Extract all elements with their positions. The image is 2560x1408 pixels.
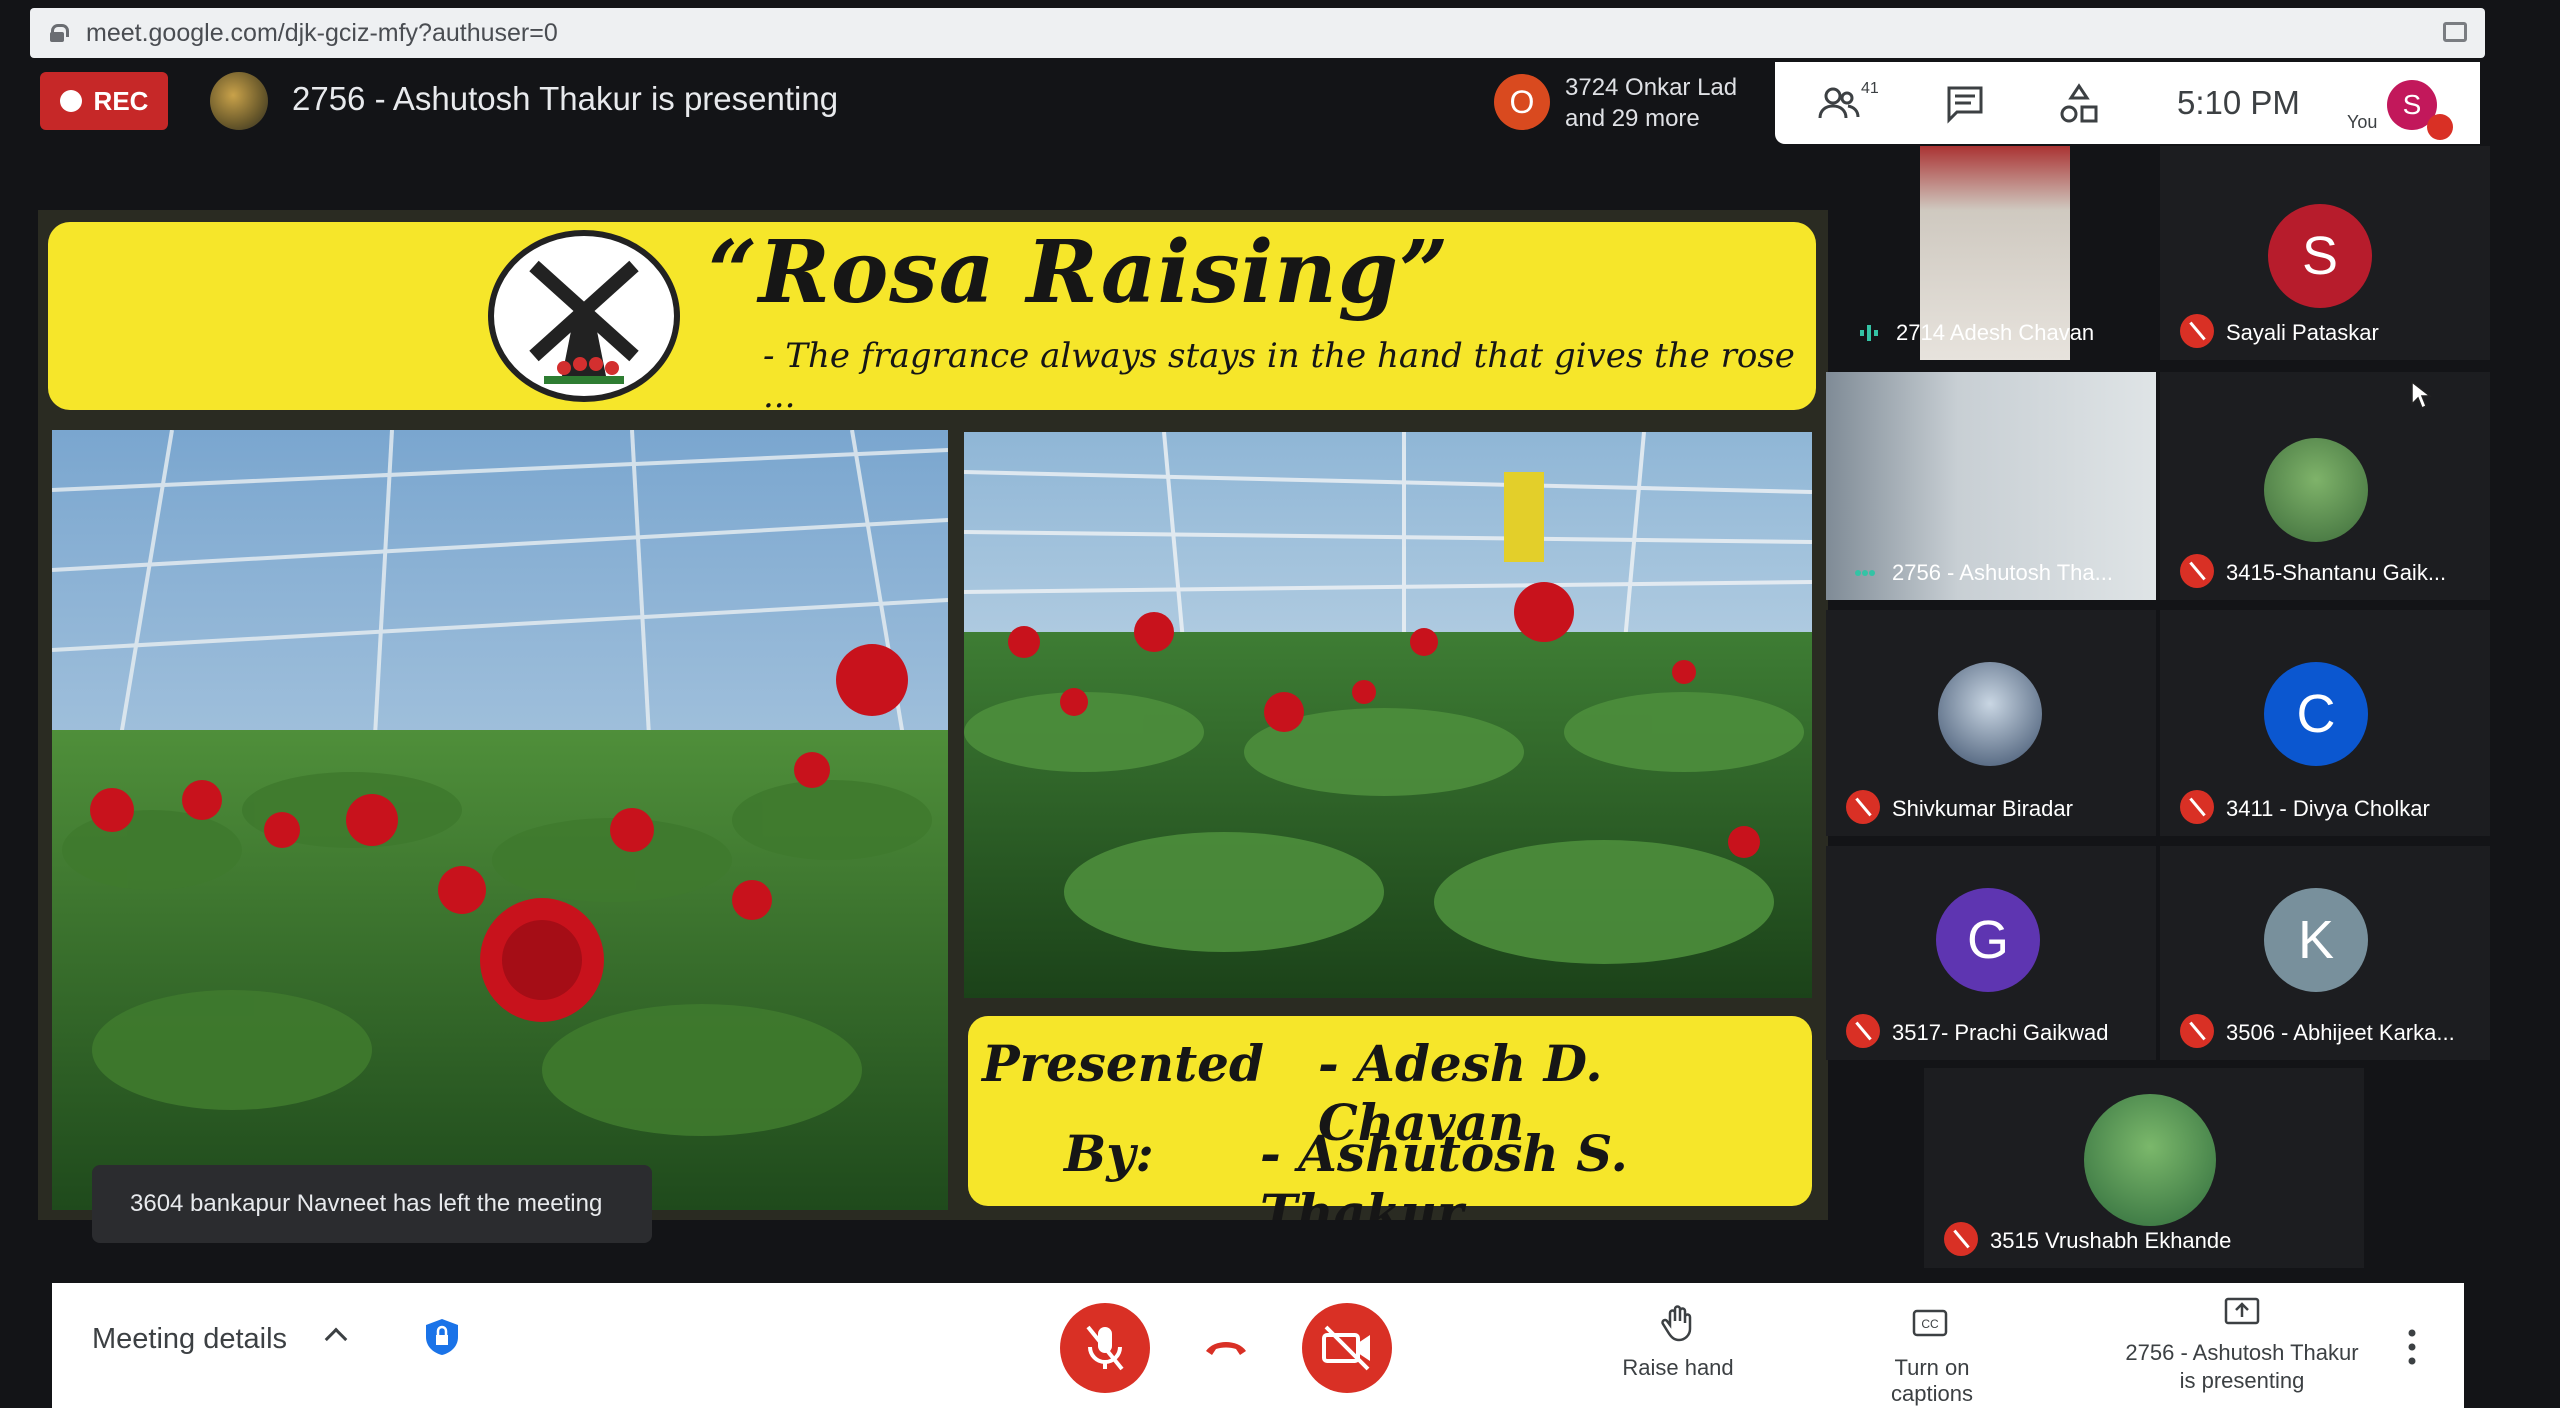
meet-screen: meet.google.com/djk-gciz-mfy?authuser=0 … (0, 0, 2560, 1408)
participant-avatar: G (1936, 888, 2040, 992)
mic-off-icon (1846, 1014, 1880, 1048)
meeting-details-button[interactable]: Meeting details (92, 1323, 287, 1356)
mouse-cursor-icon (2411, 380, 2432, 410)
mic-off-icon (1846, 790, 1880, 824)
rose-greenhouse-photo-1 (52, 430, 948, 1210)
participant-tile-abhijeet[interactable]: K 3506 - Abhijeet Karka... (2160, 846, 2490, 1060)
clock-time: 5:10 PM (2177, 84, 2300, 121)
joined-name: 3724 Onkar Lad (1565, 74, 1738, 101)
participant-avatar: S (2268, 204, 2372, 308)
present-screen-icon[interactable] (2222, 1293, 2262, 1333)
windmill-logo (488, 230, 680, 402)
url-text[interactable]: meet.google.com/djk-gciz-mfy?authuser=0 (86, 19, 558, 48)
participant-tile-divya[interactable]: C 3411 - Divya Cholkar (2160, 610, 2490, 836)
speaking-indicator-icon (1860, 325, 1878, 341)
more-options-icon[interactable] (2408, 1329, 2416, 1365)
captions-label[interactable]: Turn on captions (1852, 1355, 2012, 1407)
participant-tile-shantanu[interactable]: 3415-Shantanu Gaik... (2160, 372, 2490, 600)
presenting-status[interactable]: 2756 - Ashutosh Thakur is presenting (2110, 1339, 2374, 1395)
meeting-toolbar: 41 5:10 PM You S (1775, 62, 2480, 144)
mic-off-icon (2180, 1014, 2214, 1048)
participant-name: 3515 Vrushabh Ekhande (1990, 1228, 2232, 1253)
presenting-status-line1: 2756 - Ashutosh Thakur (2125, 1340, 2359, 1365)
mic-toggle-button[interactable] (1060, 1303, 1150, 1393)
participant-tile-sayali[interactable]: S Sayali Pataskar (2160, 146, 2490, 360)
joined-more: and 29 more (1565, 105, 1700, 132)
participant-tile-ashutosh[interactable]: 2756 - Ashutosh Tha... (1826, 372, 2156, 600)
participant-tile-prachi[interactable]: G 3517- Prachi Gaikwad (1826, 846, 2156, 1060)
rec-label: REC (93, 85, 149, 116)
chevron-up-icon[interactable] (324, 1327, 348, 1351)
by-label: By: (1064, 1124, 1154, 1183)
people-icon[interactable] (1817, 82, 1861, 126)
host-controls-shield-icon[interactable] (424, 1317, 460, 1357)
joined-avatar: O (1494, 74, 1550, 130)
participant-name: Shivkumar Biradar (1892, 796, 2073, 821)
slide-banner: “Rosa Raising” - The fragrance always st… (48, 222, 1816, 416)
camera-off-icon (1322, 1325, 1370, 1371)
raise-hand-icon[interactable] (1658, 1303, 1698, 1343)
you-label: You (2347, 112, 2378, 132)
captions-icon[interactable]: CC (1910, 1303, 1950, 1343)
slide-subtitle: - The fragrance always stays in the hand… (763, 336, 1795, 416)
mic-off-icon (1086, 1325, 1124, 1371)
presentation-slide: “Rosa Raising” - The fragrance always st… (38, 210, 1828, 1220)
participant-name: Sayali Pataskar (2226, 320, 2379, 345)
joined-notification: 3724 Onkar Lad and 29 more (1565, 72, 1737, 134)
slide-title: “Rosa Raising” (708, 222, 1450, 323)
left-meeting-toast: 3604 bankapur Navneet has left the meeti… (92, 1165, 652, 1243)
participant-avatar (2264, 438, 2368, 542)
participant-tile-shivkumar[interactable]: Shivkumar Biradar (1826, 610, 2156, 836)
chat-icon[interactable] (1943, 82, 1987, 126)
hang-up-icon[interactable] (1202, 1335, 1250, 1359)
mic-off-icon (2180, 314, 2214, 348)
participant-name: 2714 Adesh Chavan (1896, 320, 2095, 345)
participant-tile-adesh[interactable]: 2714 Adesh Chavan (1830, 146, 2160, 360)
participant-name: 2756 - Ashutosh Tha... (1892, 560, 2113, 585)
presenter-2: - Ashutosh S. Thakur (1260, 1124, 1628, 1220)
raise-hand-label[interactable]: Raise hand (1608, 1355, 1748, 1381)
presenting-status-line2: is presenting (2179, 1368, 2305, 1393)
bottom-control-bar: Meeting details Raise hand CC Turn on ca… (52, 1283, 2464, 1408)
participant-avatar: C (2264, 662, 2368, 766)
presenter-avatar (210, 72, 268, 130)
mic-off-icon (2180, 790, 2214, 824)
participant-avatar: K (2264, 888, 2368, 992)
presenters-box: Presented By: - Adesh D. Chavan - Ashuto… (968, 1016, 1812, 1220)
mic-off-icon (1944, 1222, 1978, 1256)
cast-icon[interactable] (2443, 22, 2467, 42)
speaking-indicator-icon (1855, 570, 1875, 576)
activities-icon[interactable] (2057, 82, 2101, 126)
presented-label: Presented (982, 1034, 1264, 1093)
people-count: 41 (1861, 80, 1879, 97)
recording-badge[interactable]: REC (40, 72, 168, 130)
participant-name: 3506 - Abhijeet Karka... (2226, 1020, 2455, 1045)
participant-avatar (1938, 662, 2042, 766)
record-dot-icon (59, 90, 82, 112)
participant-tile-vrushabh[interactable]: 3515 Vrushabh Ekhande (1924, 1068, 2364, 1268)
svg-text:CC: CC (1921, 1317, 1939, 1331)
self-mic-off-icon (2427, 114, 2453, 140)
mic-off-icon (2180, 554, 2214, 588)
participant-name: 3415-Shantanu Gaik... (2226, 560, 2447, 585)
camera-toggle-button[interactable] (1302, 1303, 1392, 1393)
rose-greenhouse-photo-2 (964, 432, 1812, 998)
participant-name: 3517- Prachi Gaikwad (1892, 1020, 2109, 1045)
participant-avatar (2084, 1094, 2216, 1226)
browser-address-bar[interactable]: meet.google.com/djk-gciz-mfy?authuser=0 (30, 8, 2485, 58)
participant-name: 3411 - Divya Cholkar (2226, 796, 2430, 821)
lock-icon (50, 24, 69, 42)
presenting-title: 2756 - Ashutosh Thakur is presenting (292, 80, 839, 117)
